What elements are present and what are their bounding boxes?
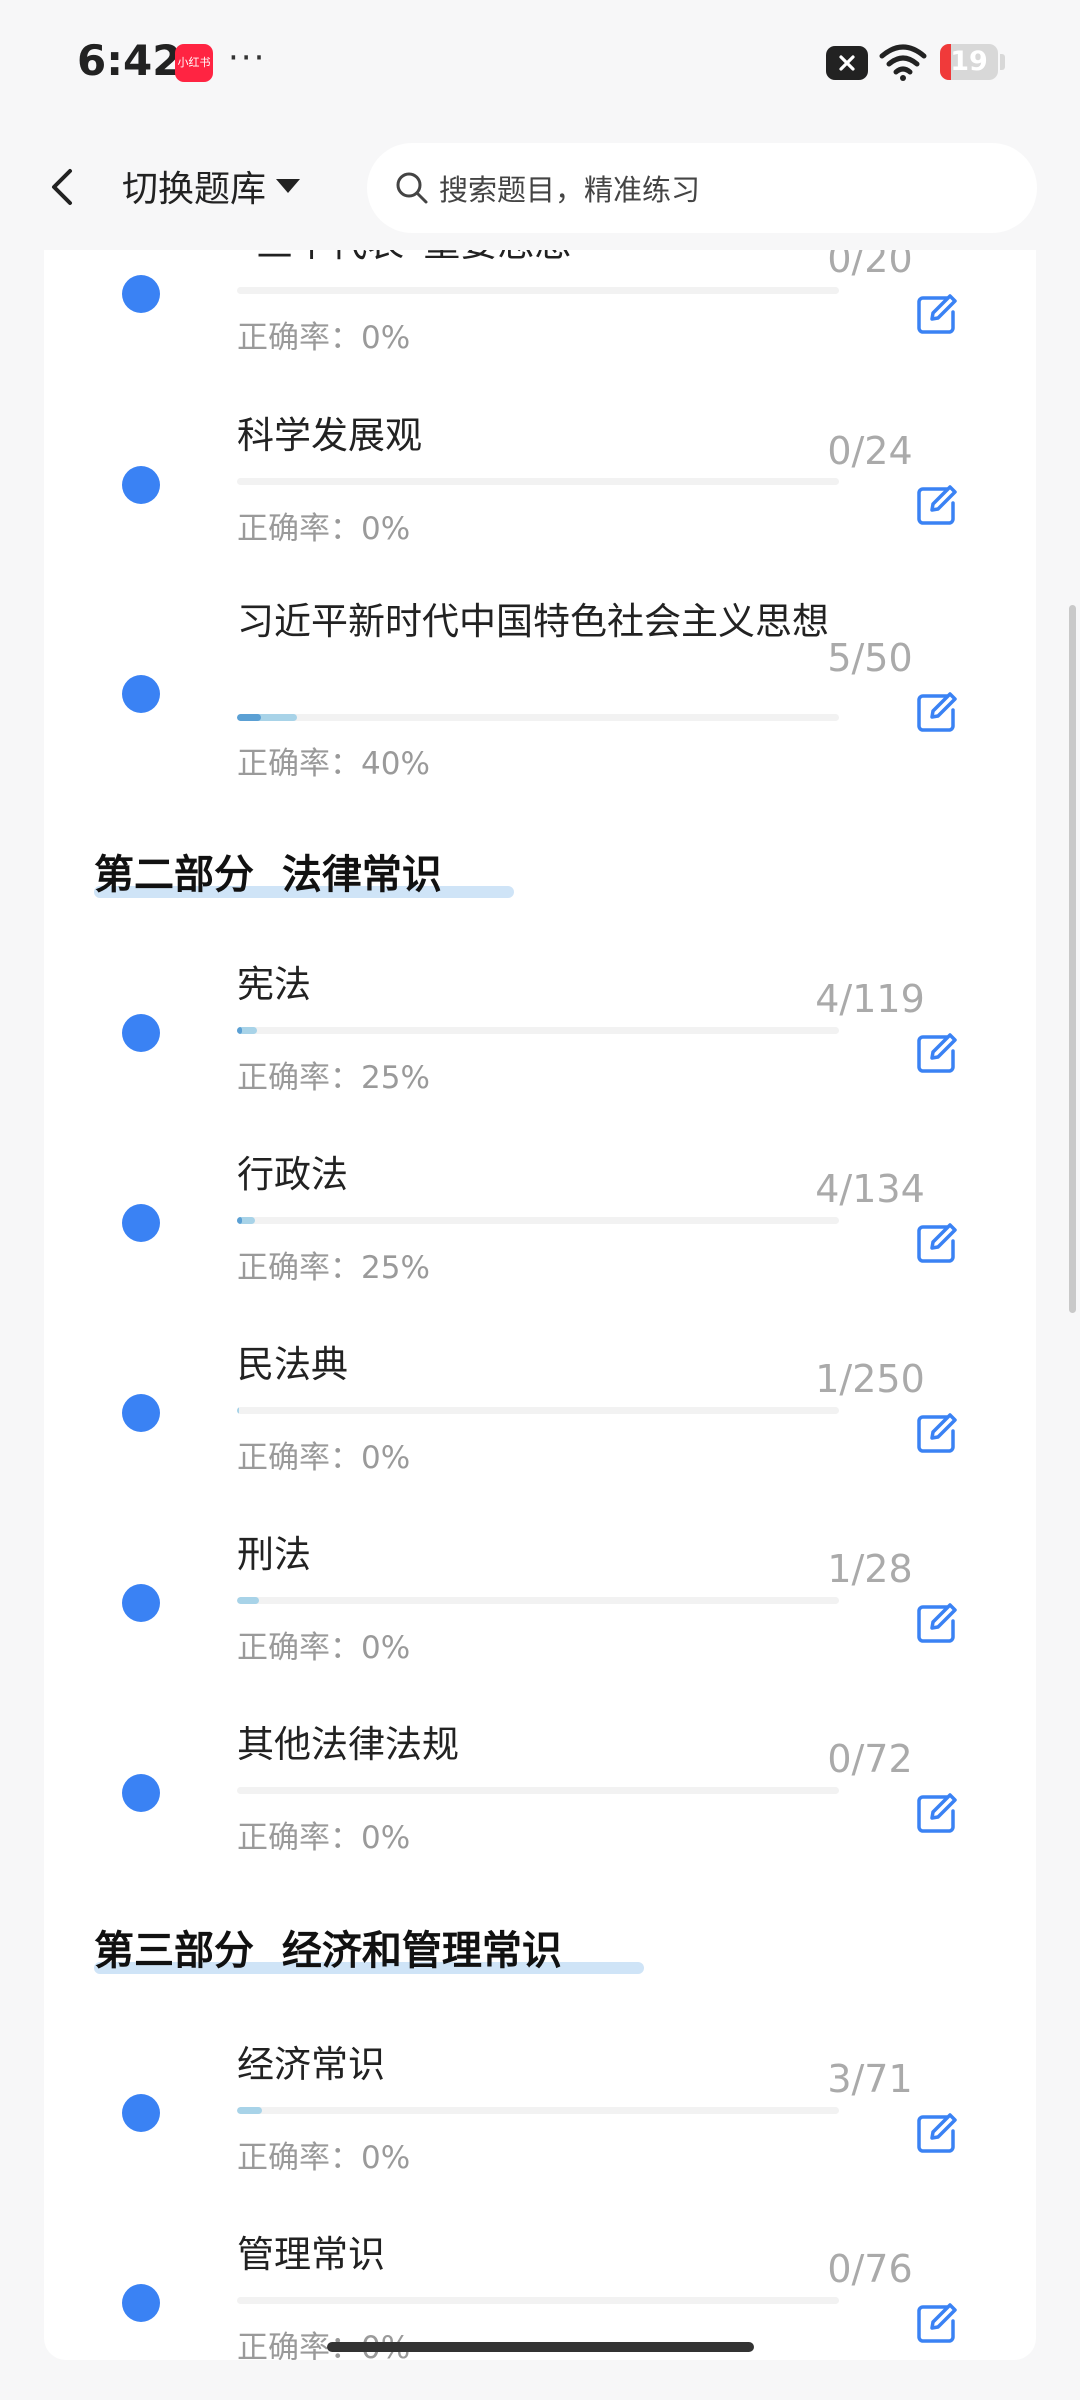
edit-icon[interactable] [915, 1221, 959, 1265]
accuracy-text: 正确率：0% [237, 1820, 411, 1856]
scrollbar[interactable] [1069, 605, 1076, 1313]
accuracy-text: 正确率：0% [237, 1440, 411, 1476]
accuracy-text: 正确率：25% [237, 1250, 430, 1286]
progress-bar [237, 1787, 839, 1794]
chapter-list: “三个代表”重要思想 正确率：0% 0/20 科学发展观 正确率：0% 0/24… [44, 250, 1036, 2360]
status-dot [122, 1014, 160, 1052]
notification-blocked-icon [826, 46, 868, 80]
edit-icon[interactable] [915, 1601, 959, 1645]
edit-icon[interactable] [915, 1411, 959, 1455]
battery-tip [1000, 54, 1005, 70]
home-indicator[interactable] [327, 2342, 754, 2352]
caret-down-icon [276, 179, 301, 193]
edit-icon[interactable] [915, 292, 959, 336]
xiaohongshu-app-icon: 小红书 [175, 44, 213, 82]
edit-icon[interactable] [915, 1791, 959, 1835]
accuracy-text: 正确率：0% [237, 320, 411, 356]
progress-bar [237, 1027, 839, 1034]
chevron-left-icon[interactable] [44, 165, 84, 209]
status-dot [122, 1584, 160, 1622]
status-bar: 6:42 小红书 ··· 19 [0, 0, 1080, 125]
progress-done [237, 2107, 263, 2114]
progress-bar [237, 287, 839, 294]
top-header: 切换题库 搜索题目，精准练习 [0, 125, 1080, 250]
list-item[interactable]: 习近平新时代中国特色社会主义思想 正确率：40% 5/50 [44, 597, 1036, 837]
list-item[interactable]: 科学发展观 正确率：0% 0/24 [44, 407, 1036, 597]
edit-icon[interactable] [915, 2111, 959, 2155]
progress-count: 1/28 [827, 1547, 913, 1591]
status-dot [122, 1204, 160, 1242]
progress-bar [237, 2297, 839, 2304]
progress-bar [237, 714, 839, 721]
progress-count: 5/50 [827, 636, 913, 680]
accuracy-text: 正确率：0% [237, 511, 411, 547]
edit-icon[interactable] [915, 2301, 959, 2345]
accuracy-text: 正确率：0% [237, 1630, 411, 1666]
section-title: 第三部分 经济和管理常识 [94, 1928, 562, 1974]
progress-correct [237, 1217, 242, 1224]
progress-done [237, 1597, 259, 1604]
status-dot [122, 1774, 160, 1812]
status-dot [122, 1394, 160, 1432]
progress-bar [237, 1217, 839, 1224]
progress-count: 0/24 [827, 429, 913, 473]
status-dot [122, 2284, 160, 2322]
progress-count: 4/119 [815, 977, 925, 1021]
status-dot [122, 275, 160, 313]
list-item[interactable]: 宪法 正确率：25% 4/119 [44, 963, 1036, 1155]
progress-count: 0/76 [827, 2247, 913, 2291]
progress-count: 1/250 [815, 1357, 925, 1401]
status-dot [122, 466, 160, 504]
progress-count: 0/20 [827, 250, 913, 281]
list-item[interactable]: 其他法律法规 正确率：0% 0/72 [44, 1723, 1036, 1915]
progress-count: 4/134 [815, 1167, 925, 1211]
progress-count: 3/71 [827, 2057, 913, 2101]
status-dot [122, 675, 160, 713]
progress-correct [237, 714, 262, 721]
section-header-economics: 第三部分 经济和管理常识 [94, 1918, 644, 1976]
search-placeholder: 搜索题目，精准练习 [439, 173, 701, 207]
progress-bar [237, 2107, 839, 2114]
status-dot [122, 2094, 160, 2132]
edit-icon[interactable] [915, 1031, 959, 1075]
list-item[interactable]: 经济常识 正确率：0% 3/71 [44, 2043, 1036, 2235]
accuracy-text: 正确率：0% [237, 2140, 411, 2176]
accuracy-text: 正确率：40% [237, 746, 430, 782]
battery-icon: 19 [940, 44, 998, 80]
status-time: 6:42 [77, 36, 182, 85]
switch-question-bank-label: 切换题库 [122, 169, 267, 210]
search-input[interactable]: 搜索题目，精准练习 [367, 143, 1037, 233]
progress-done [237, 1407, 240, 1414]
edit-icon[interactable] [915, 483, 959, 527]
section-title: 第二部分 法律常识 [94, 852, 442, 898]
list-item[interactable]: 行政法 正确率：25% 4/134 [44, 1153, 1036, 1345]
list-item[interactable]: 民法典 正确率：0% 1/250 [44, 1343, 1036, 1535]
progress-bar [237, 1407, 839, 1414]
edit-icon[interactable] [915, 690, 959, 734]
more-notifications-icon: ··· [228, 38, 267, 78]
battery-level-text: 19 [950, 46, 988, 77]
search-icon [396, 172, 428, 204]
progress-bar [237, 1597, 839, 1604]
wifi-icon [879, 44, 927, 81]
progress-count: 0/72 [827, 1737, 913, 1781]
section-header-law: 第二部分 法律常识 [94, 842, 514, 900]
accuracy-text: 正确率：25% [237, 1060, 430, 1096]
switch-question-bank-button[interactable]: 切换题库 [122, 160, 301, 212]
accuracy-text: 正确率：0% [237, 2330, 411, 2360]
progress-correct [237, 1027, 242, 1034]
list-item[interactable]: “三个代表”重要思想 正确率：0% 0/20 [44, 250, 1036, 407]
progress-bar [237, 478, 839, 485]
list-item[interactable]: 刑法 正确率：0% 1/28 [44, 1533, 1036, 1725]
